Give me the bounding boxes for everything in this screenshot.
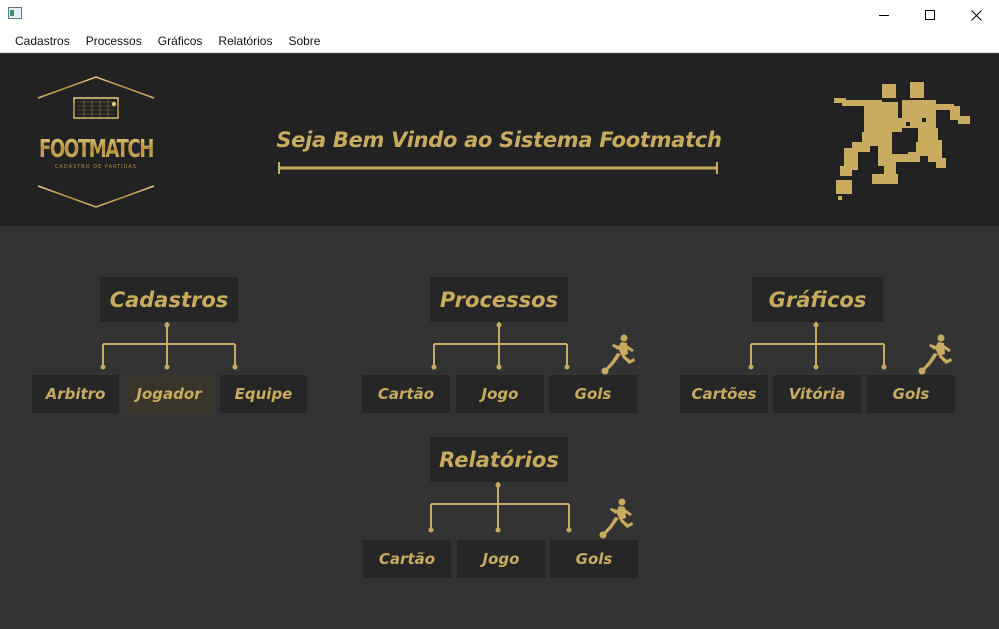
graficos-title: Gráficos — [752, 277, 883, 322]
minimize-button[interactable] — [861, 0, 907, 30]
graficos-connector — [748, 322, 887, 370]
title-bar — [0, 0, 999, 30]
minimize-icon — [879, 15, 889, 16]
svg-text:FOOTMATCH: FOOTMATCH — [39, 134, 153, 163]
cadastros-title: Cadastros — [100, 277, 238, 322]
cadastro-arbitro-button[interactable]: Arbitro — [32, 375, 119, 413]
cadastros-connector — [100, 322, 238, 370]
grafico-gols-button[interactable]: Gols — [867, 375, 955, 413]
close-icon — [970, 9, 982, 21]
svg-text:CADASTRO DE PARTIDAS: CADASTRO DE PARTIDAS — [55, 164, 137, 170]
relatorios-connector — [428, 482, 572, 533]
header-banner: FOOTMATCH CADASTRO DE PARTIDAS Seja Bem … — [0, 54, 999, 226]
cadastro-equipe-button[interactable]: Equipe — [220, 375, 307, 413]
soccer-player-icon — [918, 334, 952, 375]
maximize-button[interactable] — [907, 0, 953, 30]
relatorio-gols-button[interactable]: Gols — [550, 540, 638, 578]
processo-cartao-button[interactable]: Cartão — [362, 375, 450, 413]
soccer-player-icon — [599, 498, 633, 539]
welcome-title: Seja Bem Vindo ao Sistema Footmatch — [276, 128, 722, 152]
menu-cadastros[interactable]: Cadastros — [7, 30, 78, 53]
menu-processos[interactable]: Processos — [78, 30, 150, 53]
app-icon — [8, 7, 22, 19]
close-button[interactable] — [953, 0, 999, 30]
processos-title: Processos — [430, 277, 568, 322]
soccer-players-icon — [834, 82, 970, 200]
grafico-cartoes-button[interactable]: Cartões — [680, 375, 768, 413]
relatorios-title: Relatórios — [430, 437, 568, 482]
maximize-icon — [925, 10, 935, 20]
menu-bar: Cadastros Processos Gráficos Relatórios … — [0, 30, 999, 53]
relatorio-jogo-button[interactable]: Jogo — [457, 540, 545, 578]
soccer-player-icon — [601, 334, 635, 375]
cadastro-jogador-button[interactable]: Jogador — [125, 375, 213, 413]
footmatch-logo: FOOTMATCH CADASTRO DE PARTIDAS — [37, 76, 155, 208]
welcome-underline — [278, 162, 718, 174]
processos-connector — [431, 322, 570, 370]
processo-gols-button[interactable]: Gols — [549, 375, 637, 413]
grafico-vitoria-button[interactable]: Vitória — [773, 375, 861, 413]
menu-relatorios[interactable]: Relatórios — [210, 30, 280, 53]
processo-jogo-button[interactable]: Jogo — [456, 375, 544, 413]
menu-graficos[interactable]: Gráficos — [150, 30, 211, 53]
relatorio-cartao-button[interactable]: Cartão — [363, 540, 451, 578]
menu-sobre[interactable]: Sobre — [280, 30, 328, 53]
